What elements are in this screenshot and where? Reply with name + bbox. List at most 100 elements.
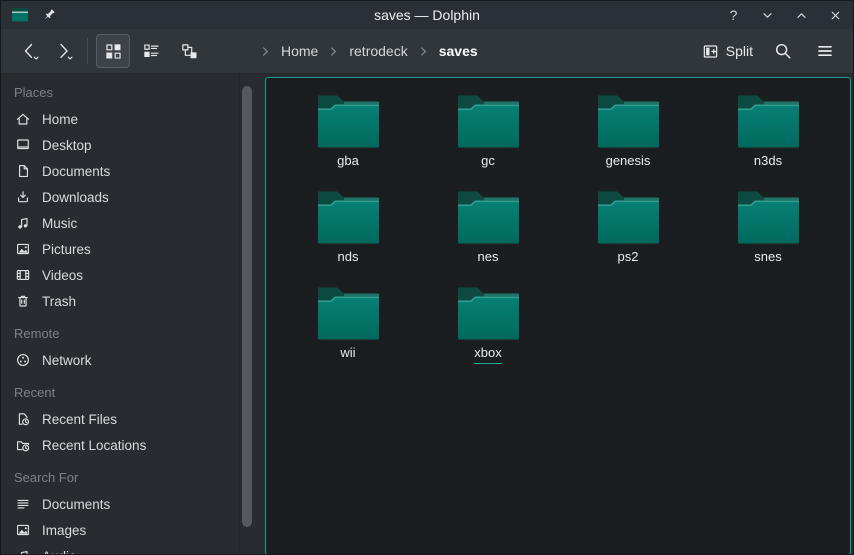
- toolbar: Home retrodeck saves Split: [1, 29, 853, 74]
- breadcrumb-item-retrodeck[interactable]: retrodeck: [349, 43, 407, 59]
- toolbar-separator: [87, 38, 88, 64]
- sidebar-item-network[interactable]: Network: [1, 347, 239, 373]
- sidebar-item-label: Network: [42, 353, 92, 368]
- sidebar-section-label: Search For: [1, 458, 239, 491]
- text-lines-icon: [15, 496, 31, 512]
- folder-view[interactable]: gba gc genesis n3ds: [265, 77, 851, 555]
- sidebar-section-places: Places Home Desktop Documents Downloads …: [1, 78, 239, 314]
- view-mode-buttons: [96, 34, 210, 68]
- maximize-button[interactable]: [794, 8, 809, 23]
- tree-view-icon: [180, 42, 199, 61]
- crumb-chevron-icon: [417, 45, 430, 58]
- image-icon: [15, 241, 31, 257]
- image-icon: [15, 522, 31, 538]
- minimize-button[interactable]: [760, 8, 775, 23]
- sidebar-item-label: Pictures: [42, 242, 91, 257]
- folder-item-nes[interactable]: nes: [418, 188, 558, 284]
- folder-item-n3ds[interactable]: n3ds: [698, 92, 838, 188]
- video-icon: [15, 267, 31, 283]
- sidebar-scrollbar: [239, 74, 256, 555]
- forward-button[interactable]: [47, 34, 81, 68]
- folder-icon: [737, 94, 799, 148]
- sidebar-item-label: Images: [42, 523, 86, 538]
- folder-item-snes[interactable]: snes: [698, 188, 838, 284]
- sidebar-item-label: Audio: [42, 549, 77, 555]
- back-button[interactable]: [13, 34, 47, 68]
- folder-item-gba[interactable]: gba: [278, 92, 418, 188]
- chevron-down-icon: [761, 9, 774, 22]
- folder-name: wii: [340, 346, 355, 361]
- icons-view-icon: [104, 42, 123, 61]
- folder-name: snes: [754, 250, 781, 265]
- folder-item-wii[interactable]: wii: [278, 284, 418, 380]
- folder-item-ps2[interactable]: ps2: [558, 188, 698, 284]
- desktop-icon: [15, 137, 31, 153]
- trash-icon: [15, 293, 31, 309]
- toolbar-right: Split: [698, 35, 841, 67]
- folder-grid: gba gc genesis n3ds: [266, 78, 850, 380]
- icons-view-button[interactable]: [96, 34, 130, 68]
- folder-icon: [457, 190, 519, 244]
- folder-name: xbox: [474, 346, 501, 364]
- sidebar-scrollbar-thumb[interactable]: [242, 86, 252, 527]
- sidebar-item-audio[interactable]: Audio: [1, 543, 239, 555]
- breadcrumb-item-home[interactable]: Home: [281, 43, 318, 59]
- folder-icon: [457, 94, 519, 148]
- folder-name: n3ds: [754, 154, 782, 169]
- pin-icon[interactable]: [41, 7, 57, 23]
- dolphin-window: saves — Dolphin ? Home retrodeck saves Spl…: [0, 0, 854, 555]
- sidebar-item-pictures[interactable]: Pictures: [1, 236, 239, 262]
- sidebar-section-label: Places: [1, 78, 239, 106]
- recent-file-icon: [15, 411, 31, 427]
- search-icon[interactable]: [767, 35, 799, 67]
- sidebar-item-label: Documents: [42, 164, 110, 179]
- help-button[interactable]: ?: [726, 8, 741, 23]
- sidebar-item-label: Music: [42, 216, 77, 231]
- close-button[interactable]: [828, 8, 843, 23]
- help-icon: ?: [730, 7, 738, 23]
- recent-folder-icon: [15, 437, 31, 453]
- crumb-chevron-icon: [259, 45, 272, 58]
- sidebar-item-home[interactable]: Home: [1, 106, 239, 132]
- folder-icon: [317, 190, 379, 244]
- folder-icon: [597, 94, 659, 148]
- sidebar-item-label: Recent Files: [42, 412, 117, 427]
- titlebar: saves — Dolphin ?: [1, 1, 853, 29]
- sidebar-item-trash[interactable]: Trash: [1, 288, 239, 314]
- sidebar-section-recent: Recent Recent Files Recent Locations: [1, 373, 239, 458]
- hamburger-menu-icon[interactable]: [809, 35, 841, 67]
- details-view-button[interactable]: [134, 34, 168, 68]
- sidebar-item-label: Home: [42, 112, 78, 127]
- sidebar-item-recent-files[interactable]: Recent Files: [1, 406, 239, 432]
- folder-item-nds[interactable]: nds: [278, 188, 418, 284]
- split-button[interactable]: Split: [698, 35, 757, 67]
- dolphin-app-icon[interactable]: [11, 7, 29, 23]
- sidebar-item-documents[interactable]: Documents: [1, 158, 239, 184]
- sidebar-item-documents[interactable]: Documents: [1, 491, 239, 517]
- sidebar-item-videos[interactable]: Videos: [1, 262, 239, 288]
- folder-icon: [317, 94, 379, 148]
- folder-item-genesis[interactable]: genesis: [558, 92, 698, 188]
- sidebar-section-remote: Remote Network: [1, 314, 239, 373]
- folder-name: genesis: [606, 154, 651, 169]
- music-icon: [15, 548, 31, 555]
- sidebar-section-label: Remote: [1, 314, 239, 347]
- home-icon: [15, 111, 31, 127]
- folder-item-gc[interactable]: gc: [418, 92, 558, 188]
- sidebar-item-desktop[interactable]: Desktop: [1, 132, 239, 158]
- split-button-label: Split: [726, 43, 753, 59]
- content-area: Places Home Desktop Documents Downloads …: [1, 74, 853, 555]
- sidebar-item-images[interactable]: Images: [1, 517, 239, 543]
- folder-icon: [457, 286, 519, 340]
- folder-name: nes: [478, 250, 499, 265]
- sidebar-item-recent-locations[interactable]: Recent Locations: [1, 432, 239, 458]
- breadcrumb-item-saves[interactable]: saves: [439, 43, 478, 59]
- sidebar-item-downloads[interactable]: Downloads: [1, 184, 239, 210]
- sidebar-item-label: Recent Locations: [42, 438, 146, 453]
- tree-view-button[interactable]: [172, 34, 206, 68]
- folder-item-xbox[interactable]: xbox: [418, 284, 558, 380]
- sidebar-item-music[interactable]: Music: [1, 210, 239, 236]
- sidebar-section-label: Recent: [1, 373, 239, 406]
- document-icon: [15, 163, 31, 179]
- close-icon: [829, 9, 842, 22]
